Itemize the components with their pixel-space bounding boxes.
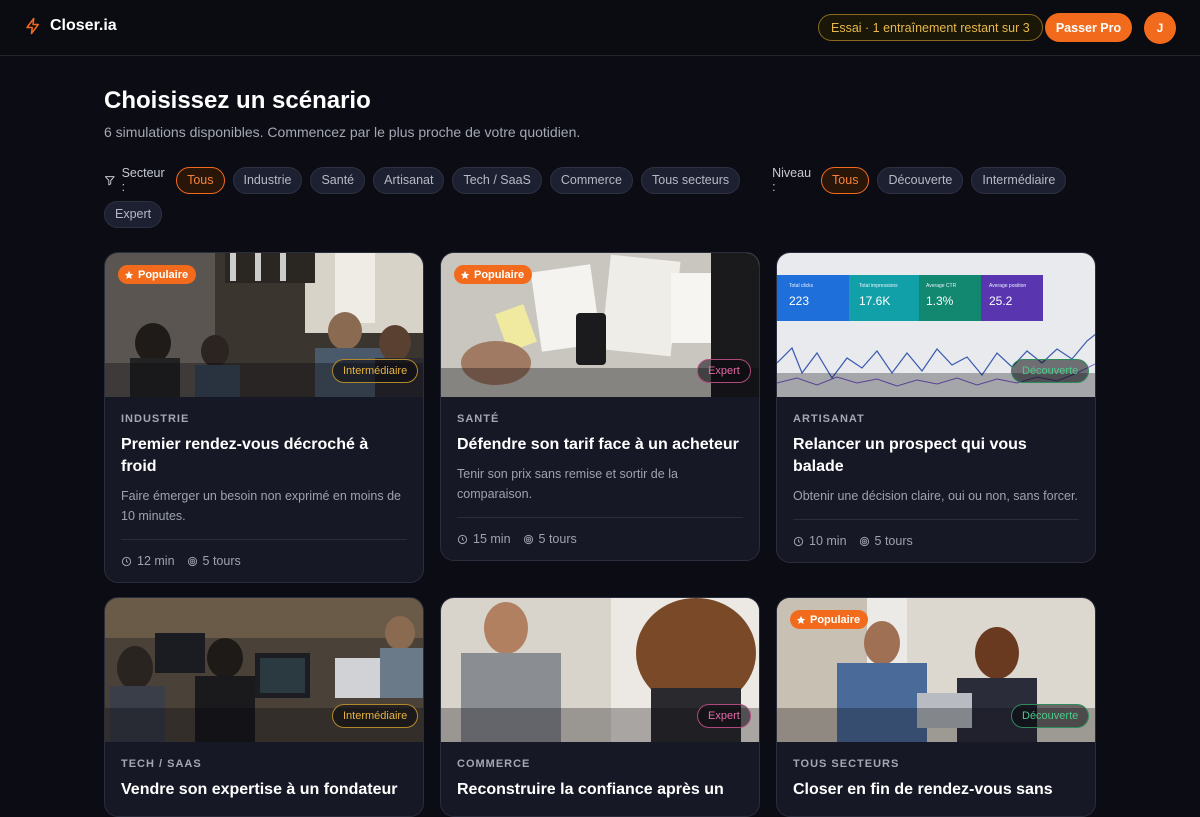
card-description: Tenir son prix sans remise et sortir de … <box>457 467 678 501</box>
card-title: Closer en fin de rendez-vous sans <box>793 781 1053 798</box>
card-image: Populaire Intermédiaire <box>105 253 423 397</box>
sector-chip-tous[interactable]: Tous <box>176 166 225 194</box>
card-sector: SANTÉ <box>457 413 500 425</box>
level-badge: Découverte <box>1011 704 1090 728</box>
level-badge: Expert <box>697 359 751 383</box>
level-chip-intermediaire[interactable]: Intermédiaire <box>971 166 1067 194</box>
clock-icon <box>121 556 132 566</box>
target-icon <box>859 536 869 546</box>
card-sector: COMMERCE <box>457 758 531 770</box>
card-sector: ARTISANAT <box>793 413 865 425</box>
target-icon <box>523 534 533 544</box>
card-description: Faire émerger un besoin non exprimé en m… <box>121 489 402 523</box>
card-duration: 10 min <box>793 534 847 548</box>
card-image: Intermédiaire <box>105 598 423 742</box>
level-badge: Intermédiaire <box>332 359 419 383</box>
scenario-card[interactable]: Populaire Expert SANTÉ Défendre son tari… <box>440 252 760 561</box>
level-badge: Découverte <box>1011 359 1090 383</box>
trial-badge: Essai · 1 entraînement restant sur 3 <box>818 14 1043 41</box>
top-bar: Closer.ia Essai · 1 entraînement restant… <box>0 0 1200 56</box>
sector-chip-industrie[interactable]: Industrie <box>232 166 303 194</box>
scenario-card[interactable]: Populaire Intermédiaire INDUSTRIE Premie… <box>104 252 424 583</box>
popular-badge: Populaire <box>790 610 869 629</box>
card-image: Populaire Découverte <box>777 598 1095 742</box>
sector-chip-artisanat[interactable]: Artisanat <box>373 166 445 194</box>
card-description: Obtenir une décision claire, oui ou non,… <box>793 489 1078 503</box>
star-icon <box>796 615 806 624</box>
card-turns: 5 tours <box>523 532 577 546</box>
sector-filter-label: Secteur : <box>104 166 166 194</box>
card-title: Vendre son expertise à un fondateur <box>121 781 398 798</box>
card-image: Populaire Expert <box>441 253 759 397</box>
page-title: Choisissez un scénario <box>104 87 371 114</box>
card-image: Expert <box>441 598 759 742</box>
lightning-icon <box>26 17 39 35</box>
sector-chip-tech-saas[interactable]: Tech / SaaS <box>452 166 542 194</box>
star-icon <box>124 270 134 279</box>
clock-icon <box>457 534 468 544</box>
popular-badge: Populaire <box>454 265 533 284</box>
page-subtitle: 6 simulations disponibles. Commencez par… <box>104 124 581 140</box>
card-turns: 5 tours <box>187 554 241 568</box>
level-filter-label: Niveau : <box>772 166 812 194</box>
level-chip-expert[interactable]: Expert <box>104 200 163 228</box>
target-icon <box>187 556 197 566</box>
card-sector: INDUSTRIE <box>121 413 190 425</box>
card-title: Défendre son tarif face à un acheteur <box>457 436 739 453</box>
card-turns: 5 tours <box>859 534 913 548</box>
filter-bar: Secteur : Tous Industrie Santé Artisanat… <box>104 166 1067 228</box>
stat-value: 1.3% <box>926 294 954 308</box>
stat-label: Average CTR <box>926 283 957 289</box>
card-footer: 15 min 5 tours <box>457 517 743 560</box>
stat-label: Average position <box>989 283 1027 289</box>
scenario-card[interactable]: Populaire Découverte TOUS SECTEURS Close… <box>776 597 1096 817</box>
stat-value: 223 <box>789 294 810 308</box>
sector-chip-sante[interactable]: Santé <box>310 166 366 194</box>
level-badge: Intermédiaire <box>332 704 419 728</box>
card-sector: TOUS SECTEURS <box>793 758 900 770</box>
app-logo[interactable]: Closer.ia <box>24 17 117 35</box>
card-footer: 12 min 5 tours <box>121 539 407 582</box>
app-name: Closer.ia <box>50 17 117 34</box>
filter-icon <box>104 175 115 185</box>
card-duration: 12 min <box>121 554 175 568</box>
card-footer: 10 min 5 tours <box>793 519 1079 562</box>
card-title: Relancer un prospect qui vous balade <box>793 436 1027 475</box>
scenario-card[interactable]: Intermédiaire TECH / SAAS Vendre son exp… <box>104 597 424 817</box>
popular-badge: Populaire <box>118 265 197 284</box>
clock-icon <box>793 536 804 546</box>
card-title: Reconstruire la confiance après un <box>457 781 724 798</box>
card-image: Total clicks 223 Total impressions 17.6K… <box>777 253 1095 397</box>
stat-label: Total impressions <box>859 283 898 289</box>
sector-chip-commerce[interactable]: Commerce <box>549 166 633 194</box>
level-badge: Expert <box>697 704 751 728</box>
scenario-card[interactable]: Total clicks 223 Total impressions 17.6K… <box>776 252 1096 563</box>
level-chip-decouverte[interactable]: Découverte <box>877 166 964 194</box>
stat-value: 25.2 <box>989 294 1013 308</box>
card-duration: 15 min <box>457 532 511 546</box>
card-title: Premier rendez-vous décroché à froid <box>121 436 369 475</box>
card-sector: TECH / SAAS <box>121 758 202 770</box>
scenario-card[interactable]: Expert COMMERCE Reconstruire la confianc… <box>440 597 760 817</box>
stat-value: 17.6K <box>859 294 891 308</box>
star-icon <box>460 270 470 279</box>
upgrade-pro-button[interactable]: Passer Pro <box>1045 13 1132 42</box>
stat-label: Total clicks <box>789 283 814 289</box>
level-chip-tous[interactable]: Tous <box>821 166 870 194</box>
user-avatar[interactable]: J <box>1144 12 1176 44</box>
sector-chip-tous-secteurs[interactable]: Tous secteurs <box>641 166 741 194</box>
